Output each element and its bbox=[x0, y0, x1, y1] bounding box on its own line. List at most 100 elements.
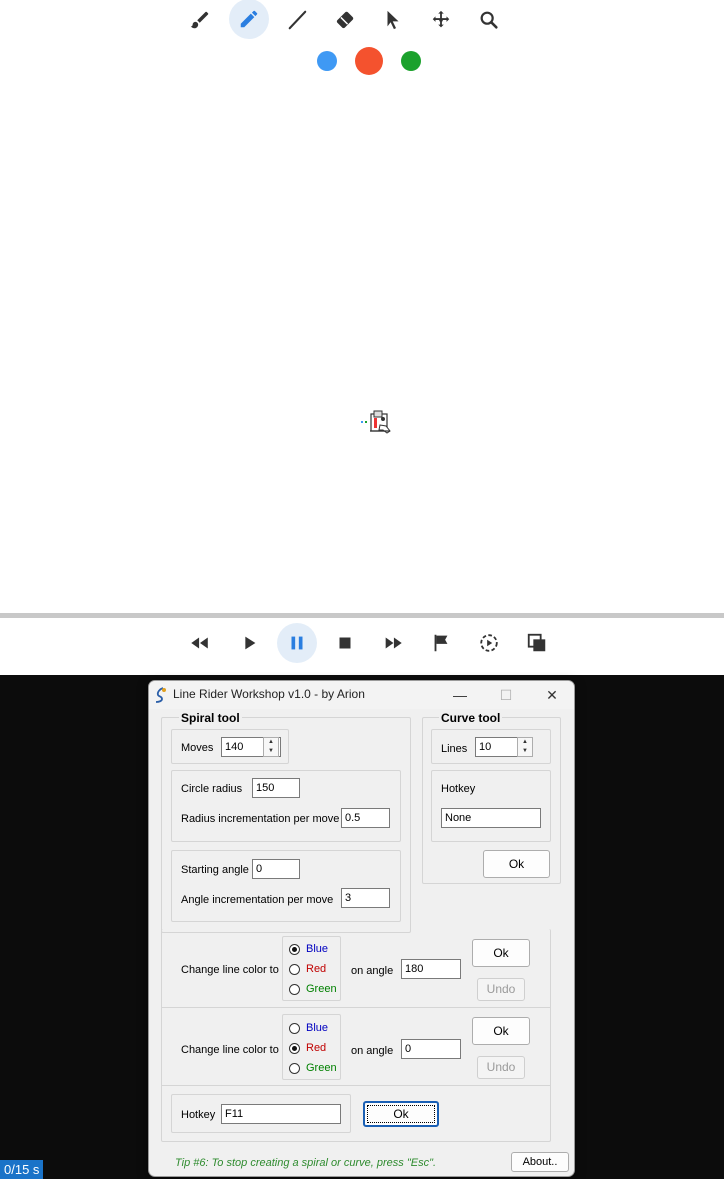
starting-angle-input[interactable]: 0 bbox=[252, 859, 300, 879]
maximize-button[interactable]: ☐ bbox=[483, 681, 529, 709]
radio-red-1[interactable]: Red bbox=[289, 961, 326, 977]
moves-spinner[interactable]: ▲ ▼ bbox=[263, 737, 279, 757]
window-title: Line Rider Workshop v1.0 - by Arion bbox=[173, 687, 365, 701]
color-radio-group-2: Blue Red Green bbox=[282, 1014, 341, 1080]
color-green-swatch[interactable] bbox=[401, 51, 421, 71]
color-radio-group-1: Blue Red Green bbox=[282, 936, 341, 1001]
play-icon bbox=[245, 636, 256, 650]
cursor-icon bbox=[387, 10, 399, 30]
pencil-tool-button[interactable] bbox=[229, 0, 269, 39]
hotkey-ok-button[interactable]: Ok bbox=[363, 1101, 439, 1127]
radius-increment-input[interactable]: 0.5 bbox=[341, 808, 390, 828]
stop-button[interactable] bbox=[325, 623, 365, 663]
radio-button[interactable] bbox=[289, 963, 300, 975]
radio-label: Red bbox=[306, 1042, 327, 1054]
on-angle-label-2: on angle bbox=[351, 1045, 394, 1057]
workshop-dialog: Line Rider Workshop v1.0 - by Arion — ☐ … bbox=[148, 680, 575, 1177]
curve-ok-button[interactable]: Ok bbox=[483, 850, 550, 878]
brush-icon bbox=[190, 11, 209, 29]
fast-forward-button[interactable] bbox=[373, 623, 413, 663]
rewind-button[interactable] bbox=[180, 623, 220, 663]
pause-icon bbox=[291, 636, 303, 650]
radio-button[interactable] bbox=[289, 1042, 300, 1054]
angle-increment-input[interactable]: 3 bbox=[341, 888, 390, 908]
minimize-button[interactable]: — bbox=[437, 681, 483, 709]
circle-radius-input[interactable]: 150 bbox=[252, 778, 300, 798]
radio-green-2[interactable]: Green bbox=[289, 1060, 337, 1076]
radio-button[interactable] bbox=[289, 1022, 300, 1034]
radio-label: Blue bbox=[306, 943, 329, 955]
radio-label: Green bbox=[306, 1062, 337, 1074]
layers-icon bbox=[527, 633, 546, 652]
magnifier-icon bbox=[480, 11, 498, 29]
radio-button[interactable] bbox=[289, 1062, 300, 1074]
camera-mode-button[interactable] bbox=[469, 623, 509, 663]
color-red-swatch[interactable] bbox=[355, 47, 383, 75]
move-icon bbox=[432, 10, 450, 28]
curve-tool-title: Curve tool bbox=[439, 711, 503, 725]
timeline-slider[interactable] bbox=[0, 613, 724, 618]
layers-button[interactable] bbox=[517, 623, 557, 663]
moves-label: Moves bbox=[181, 742, 214, 754]
separator bbox=[161, 1007, 550, 1008]
title-bar[interactable]: Line Rider Workshop v1.0 - by Arion — ☐ … bbox=[149, 681, 574, 709]
pause-button[interactable] bbox=[277, 623, 317, 663]
radio-button[interactable] bbox=[289, 983, 300, 995]
radio-red-2[interactable]: Red bbox=[289, 1040, 326, 1056]
hotkey-input[interactable]: F11 bbox=[221, 1104, 341, 1124]
radio-label: Green bbox=[306, 983, 337, 995]
starting-angle-label: Starting angle bbox=[181, 864, 249, 876]
fast-forward-icon bbox=[385, 637, 402, 649]
change-color-label-2: Change line color to bbox=[181, 1044, 279, 1056]
color-undo-button-1[interactable]: Undo bbox=[477, 978, 525, 1001]
tip-text: Tip #6: To stop creating a spiral or cur… bbox=[175, 1157, 437, 1169]
change-color-label-1: Change line color to bbox=[181, 964, 279, 976]
select-tool-button[interactable] bbox=[373, 0, 413, 40]
angle-input-2[interactable]: 0 bbox=[401, 1039, 461, 1059]
separator bbox=[161, 1085, 550, 1086]
brush-tool-button[interactable] bbox=[180, 0, 220, 40]
maximize-icon: ☐ bbox=[499, 686, 513, 703]
flag-button[interactable] bbox=[421, 623, 461, 663]
eraser-icon bbox=[336, 11, 354, 29]
line-icon bbox=[288, 10, 307, 30]
spin-down-icon[interactable]: ▼ bbox=[518, 747, 532, 756]
lines-spinner[interactable]: ▲ ▼ bbox=[517, 737, 533, 757]
color-undo-button-2[interactable]: Undo bbox=[477, 1056, 525, 1079]
radius-increment-label: Radius incrementation per move bbox=[181, 813, 340, 825]
spin-down-icon[interactable]: ▼ bbox=[264, 747, 278, 756]
color-ok-button-2[interactable]: Ok bbox=[472, 1017, 530, 1045]
time-counter: 0/15 s bbox=[0, 1160, 44, 1179]
app-icon bbox=[155, 687, 166, 703]
curve-hotkey-input[interactable]: None bbox=[441, 808, 541, 828]
spin-up-icon[interactable]: ▲ bbox=[518, 738, 532, 747]
close-button[interactable]: ✕ bbox=[529, 681, 574, 709]
spin-up-icon[interactable]: ▲ bbox=[264, 738, 278, 747]
stop-icon bbox=[339, 637, 351, 649]
spiral-tool-title: Spiral tool bbox=[179, 711, 242, 725]
eraser-tool-button[interactable] bbox=[325, 0, 365, 40]
play-button[interactable] bbox=[229, 623, 269, 663]
line-tool-button[interactable] bbox=[277, 0, 317, 40]
flag-icon bbox=[434, 634, 448, 652]
pan-tool-button[interactable] bbox=[421, 0, 461, 40]
color-blue-swatch[interactable] bbox=[317, 51, 337, 71]
circle-radius-label: Circle radius bbox=[181, 783, 243, 795]
angle-increment-label: Angle incrementation per move bbox=[181, 894, 334, 906]
radio-blue-1[interactable]: Blue bbox=[289, 941, 328, 957]
minimize-icon: — bbox=[453, 687, 467, 703]
about-button[interactable]: About.. bbox=[511, 1152, 569, 1172]
close-icon: ✕ bbox=[546, 686, 558, 703]
curve-hotkey-label: Hotkey bbox=[441, 783, 476, 795]
radio-button[interactable] bbox=[289, 943, 300, 955]
radio-blue-2[interactable]: Blue bbox=[289, 1020, 328, 1036]
radio-label: Blue bbox=[306, 1022, 329, 1034]
timer-play-icon bbox=[480, 634, 498, 652]
drawing-canvas[interactable] bbox=[0, 80, 724, 614]
color-ok-button-1[interactable]: Ok bbox=[472, 939, 530, 967]
pencil-icon bbox=[240, 10, 258, 28]
radio-green-1[interactable]: Green bbox=[289, 981, 337, 997]
zoom-tool-button[interactable] bbox=[469, 0, 509, 40]
angle-input-1[interactable]: 180 bbox=[401, 959, 461, 979]
lines-label: Lines bbox=[441, 743, 468, 755]
